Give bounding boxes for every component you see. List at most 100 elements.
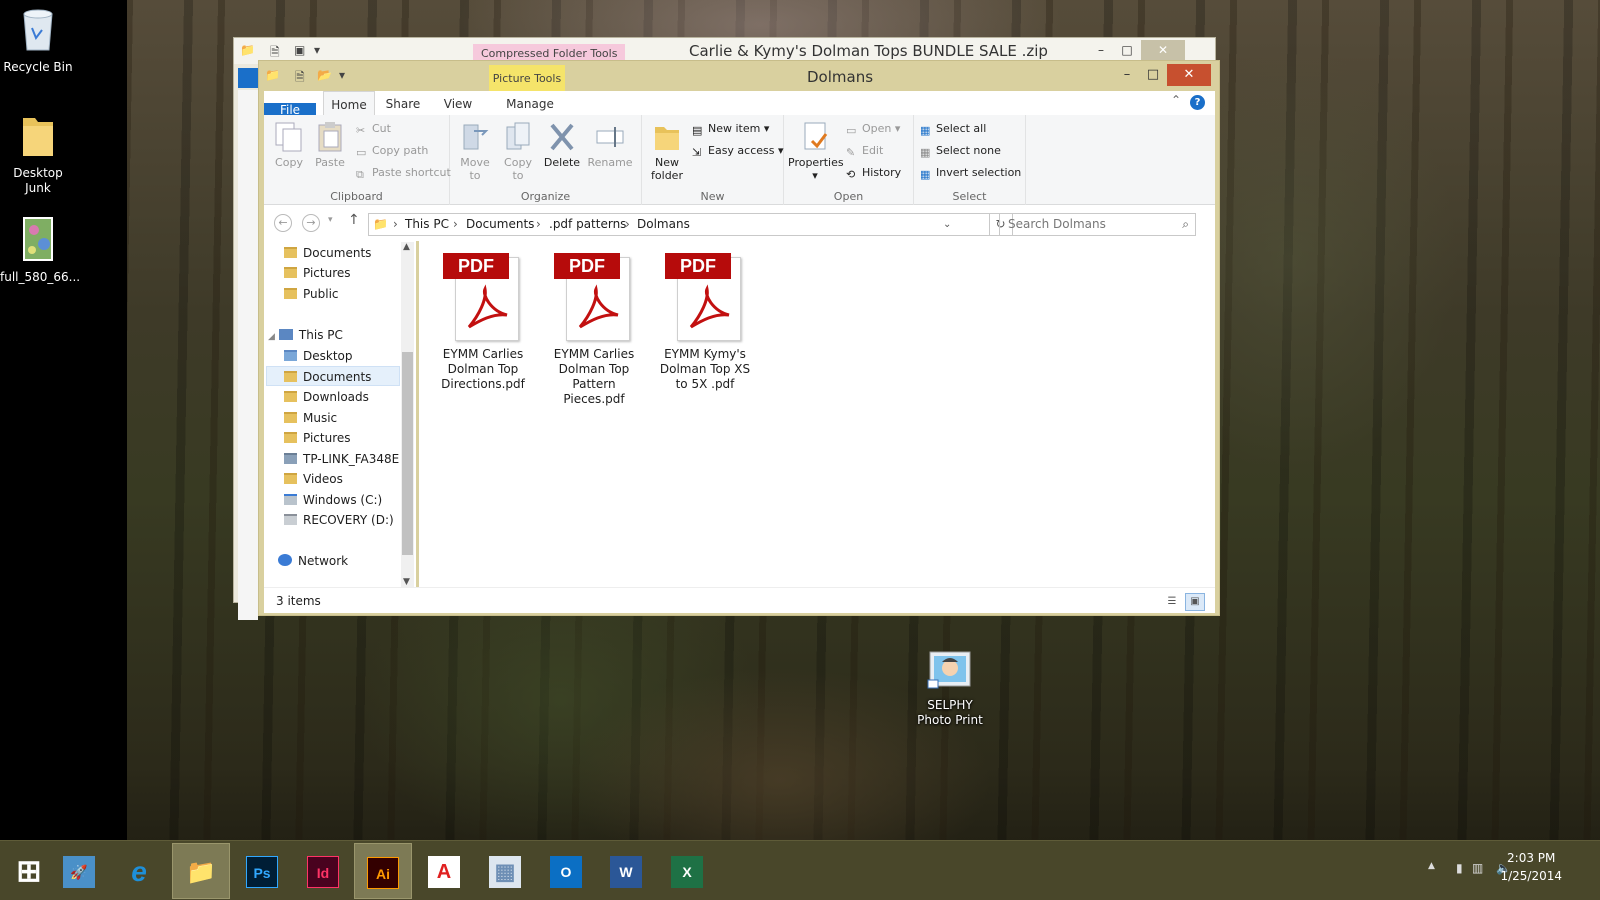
nav-item-tp-link[interactable]: TP-LINK_FA348E	[284, 449, 399, 469]
nav-scrollbar[interactable]: ▲ ▼	[401, 242, 414, 587]
open-button[interactable]: ▭ Open ▾	[846, 121, 900, 137]
nav-item-this-pc[interactable]: ◢ This PC	[268, 325, 343, 345]
nav-item-documents-selected[interactable]: Documents	[266, 366, 400, 386]
chevron-down-icon[interactable]: ▾	[314, 43, 320, 57]
new-folder-icon[interactable]: 📂	[317, 68, 332, 82]
taskbar-app-outlook[interactable]: O	[537, 843, 595, 899]
copy-button[interactable]: Copy	[270, 121, 308, 169]
desktop-icon-recycle-bin[interactable]: Recycle Bin	[0, 6, 76, 75]
move-to-button[interactable]: Move to	[454, 121, 496, 182]
close-button[interactable]: ✕	[1167, 64, 1211, 86]
taskbar-app-file-explorer[interactable]: 📁	[172, 843, 230, 899]
search-input[interactable]: Search Dolmans ⌕	[999, 213, 1196, 236]
taskbar-app-excel[interactable]: X	[658, 843, 716, 899]
taskbar-app-word[interactable]: W	[597, 843, 655, 899]
nav-item-windows-c[interactable]: Windows (C:)	[284, 490, 382, 510]
paste-shortcut-button[interactable]: ⧉ Paste shortcut	[356, 165, 451, 181]
breadcrumb-dolmans[interactable]: Dolmans	[637, 214, 690, 235]
large-icons-view-icon[interactable]: ▣	[1185, 593, 1205, 611]
maximize-button[interactable]: □	[1115, 40, 1139, 60]
address-bar[interactable]: 📁 › This PC › Documents › .pdf patterns …	[368, 213, 990, 236]
delete-button[interactable]: Delete	[542, 121, 582, 169]
properties-icon	[804, 122, 828, 150]
new-folder-label: New folder	[651, 156, 683, 182]
breadcrumb-this-pc[interactable]: This PC	[405, 214, 449, 235]
up-arrow-icon[interactable]: ↑	[348, 212, 360, 228]
properties-button[interactable]: Properties ▾	[788, 121, 844, 182]
taskbar-app-acrobat[interactable]: A	[415, 843, 473, 899]
new-folder-button[interactable]: New folder	[646, 121, 688, 182]
folder-icon: 📁	[265, 68, 280, 82]
select-all-button[interactable]: ▦ Select all	[920, 121, 986, 137]
details-view-icon[interactable]: ☰	[1162, 593, 1182, 611]
close-button[interactable]: ✕	[1141, 40, 1185, 60]
copy-path-button[interactable]: ▭ Copy path	[356, 143, 428, 159]
address-dropdown-icon[interactable]: ⌄	[943, 214, 951, 235]
nav-item-pictures-pc[interactable]: Pictures	[284, 428, 351, 448]
illustrator-icon: Ai	[367, 856, 399, 889]
nav-item-videos[interactable]: Videos	[284, 469, 343, 489]
easy-access-button[interactable]: ⇲ Easy access ▾	[692, 143, 784, 159]
chevron-down-icon[interactable]: ▾	[339, 68, 345, 82]
nav-item-recovery-d[interactable]: RECOVERY (D:)	[284, 510, 394, 530]
breadcrumb-documents[interactable]: Documents	[466, 214, 534, 235]
nav-item-music[interactable]: Music	[284, 408, 337, 428]
nav-item-downloads[interactable]: Downloads	[284, 387, 369, 407]
invert-selection-button[interactable]: ▦ Invert selection	[920, 165, 1021, 181]
recent-locations-icon[interactable]: ▾	[328, 215, 333, 225]
zip-window-file-tab[interactable]	[238, 68, 258, 88]
taskbar-app-photoshop[interactable]: Ps	[233, 843, 291, 899]
tab-share[interactable]: Share	[378, 91, 428, 115]
battery-icon[interactable]: ▮	[1456, 861, 1463, 875]
clipboard-group-label: Clipboard	[330, 190, 383, 203]
rename-button[interactable]: Rename	[584, 121, 636, 169]
edit-button[interactable]: ✎ Edit	[846, 143, 883, 159]
scroll-up-icon[interactable]: ▲	[403, 242, 410, 252]
breadcrumb-pdf-patterns[interactable]: .pdf patterns	[549, 214, 626, 235]
tab-manage[interactable]: Manage	[494, 91, 566, 115]
excel-icon: X	[671, 855, 703, 888]
network-status-icon[interactable]: ▥	[1472, 861, 1483, 875]
taskbar-app-rocket[interactable]: 🚀	[50, 843, 108, 899]
new-folder-icon[interactable]: ▣	[294, 43, 305, 57]
desktop-icon-image-file[interactable]: full_580_66...	[0, 216, 80, 285]
desktop-icon-selphy[interactable]: SELPHY Photo Print	[912, 650, 988, 728]
nav-item-public[interactable]: Public	[284, 284, 339, 304]
forward-arrow-icon[interactable]: →	[302, 214, 320, 232]
help-icon[interactable]: ?	[1190, 95, 1205, 110]
picture-tools-tab[interactable]: Picture Tools	[489, 65, 565, 91]
back-arrow-icon[interactable]: ←	[274, 214, 292, 232]
file-item[interactable]: PDF EYMM Carlies Dolman Top Pattern Piec…	[546, 253, 642, 407]
taskbar-app-indesign[interactable]: Id	[294, 843, 352, 899]
nav-item-desktop[interactable]: Desktop	[284, 346, 353, 366]
paste-button[interactable]: Paste	[310, 121, 350, 169]
file-item[interactable]: PDF EYMM Kymy's Dolman Top XS to 5X .pdf	[657, 253, 753, 392]
nav-item-pictures[interactable]: Pictures	[284, 263, 351, 283]
explorer-window[interactable]: 📁 🗎 📂 ▾ Picture Tools Dolmans – □ ✕ File…	[258, 60, 1220, 616]
tab-view[interactable]: View	[434, 91, 482, 115]
taskbar-app-ie[interactable]: e	[110, 843, 168, 899]
history-button[interactable]: ⟲ History	[846, 165, 901, 181]
taskbar-app-illustrator[interactable]: Ai	[354, 843, 412, 899]
file-item[interactable]: PDF EYMM Carlies Dolman Top Directions.p…	[435, 253, 531, 392]
select-none-button[interactable]: ▦ Select none	[920, 143, 1001, 159]
properties-icon[interactable]: 🗎	[295, 68, 305, 89]
minimize-button[interactable]: –	[1115, 64, 1139, 86]
explorer-titlebar[interactable]: 📁 🗎 📂 ▾ Picture Tools Dolmans – □ ✕	[259, 61, 1219, 91]
minimize-ribbon-icon[interactable]: ⌃	[1171, 93, 1181, 107]
nav-item-network[interactable]: Network	[278, 551, 348, 571]
minimize-button[interactable]: –	[1089, 40, 1113, 60]
taskbar-app-calculator[interactable]: ▦	[476, 843, 534, 899]
desktop-icon-desktop-junk[interactable]: Desktop Junk	[0, 112, 76, 196]
tab-home[interactable]: Home	[323, 91, 375, 115]
scrollbar-thumb[interactable]	[402, 352, 413, 555]
maximize-button[interactable]: □	[1141, 64, 1165, 86]
new-item-button[interactable]: ▤ New item ▾	[692, 121, 769, 137]
cut-button[interactable]: ✂ Cut	[356, 121, 391, 137]
select-group-label: Select	[952, 190, 987, 203]
nav-item-documents[interactable]: Documents	[284, 243, 371, 263]
copy-to-button[interactable]: Copy to	[498, 121, 538, 182]
scroll-down-icon[interactable]: ▼	[403, 577, 410, 587]
show-hidden-icons-icon[interactable]: ▲	[1428, 861, 1435, 871]
system-clock[interactable]: 2:03 PM 1/25/2014	[1500, 849, 1562, 885]
